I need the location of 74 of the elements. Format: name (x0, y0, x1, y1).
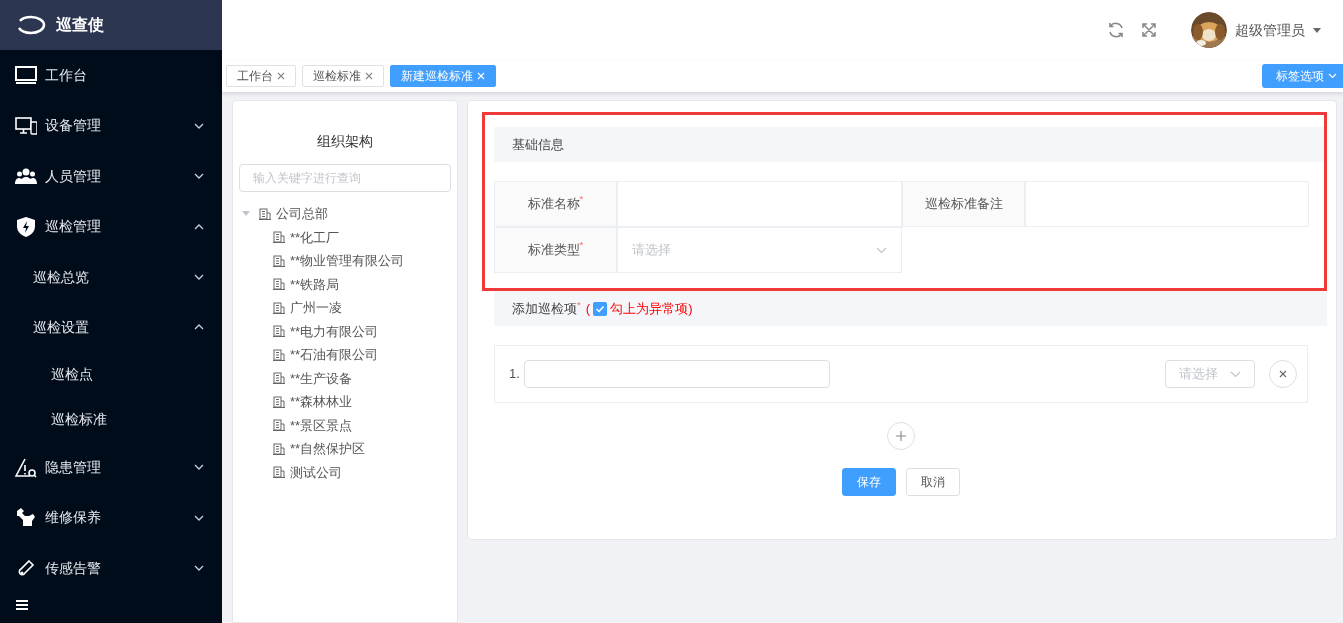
menu-item[interactable]: 工作台 (0, 50, 222, 101)
checkbox[interactable] (593, 301, 608, 316)
menu-item[interactable]: 巡检总览 (0, 252, 222, 302)
fullscreen-icon[interactable] (1141, 22, 1157, 38)
user-name[interactable]: 超级管理员 (1235, 19, 1305, 41)
add-icon[interactable] (887, 422, 915, 450)
shield-icon (15, 216, 37, 238)
menu-item[interactable]: 维修保养 (0, 492, 222, 543)
tree-node[interactable]: **自然保护区 (290, 439, 366, 459)
menu-item[interactable]: 传感告警 (0, 543, 222, 594)
tree-node[interactable]: **电力有限公司 (290, 321, 379, 341)
menu-item[interactable]: 巡检标准 (0, 397, 222, 442)
monitor-icon (15, 64, 37, 86)
input-field[interactable] (523, 360, 830, 388)
building-icon (273, 442, 285, 455)
building-icon (273, 301, 285, 314)
search-field[interactable]: 输入关键字进行查询 (239, 164, 451, 192)
chevron-icon (1328, 73, 1337, 79)
tree-node[interactable]: **生产设备 (290, 368, 353, 388)
building-icon (273, 466, 285, 479)
menu-item[interactable]: 巡检管理 (0, 201, 222, 252)
building-icon (273, 254, 285, 267)
chevron-icon[interactable] (194, 274, 204, 280)
close-icon[interactable] (277, 72, 285, 80)
warning-icon (15, 456, 37, 478)
section-header: 添加巡检项$^{*}$ (512, 298, 581, 318)
chevron-icon[interactable] (194, 565, 204, 572)
field-label: 巡检标准备注 (902, 181, 1025, 227)
devices-icon (15, 115, 37, 137)
menu-icon[interactable] (16, 599, 28, 610)
chevron-icon (1230, 371, 1241, 377)
building-icon (273, 419, 285, 432)
menu-item[interactable]: 设备管理 (0, 100, 222, 151)
building-icon (273, 372, 285, 385)
chevron-icon (876, 247, 887, 253)
chevron-icon[interactable] (194, 223, 204, 230)
close-icon[interactable] (365, 72, 373, 80)
action-button[interactable]: 取消 (906, 468, 960, 496)
tree-node[interactable]: **铁路局 (290, 274, 340, 294)
building-icon (259, 207, 271, 220)
tree-node[interactable]: **景区景点 (290, 415, 353, 435)
menu-item[interactable]: 巡检设置 (0, 302, 222, 352)
section-header: 基础信息 (494, 127, 1324, 162)
building-icon (273, 231, 285, 244)
panel-title: 组织架构 (316, 132, 374, 151)
tab[interactable]: 工作台 (226, 65, 296, 87)
checkbox-label[interactable]: ( 勾上为异常项) (585, 298, 693, 319)
app-title: 巡查使 (56, 15, 104, 35)
chevron-icon[interactable] (194, 122, 204, 129)
chevron-icon[interactable] (194, 514, 204, 521)
menu-item[interactable]: 隐患管理 (0, 442, 222, 493)
building-icon (273, 325, 285, 338)
tree-node[interactable]: 测试公司 (290, 462, 342, 482)
tree-node[interactable]: **化工厂 (290, 227, 340, 247)
building-icon (273, 348, 285, 361)
tree-node[interactable]: **石油有限公司 (290, 345, 379, 365)
logo-icon (16, 15, 46, 35)
building-icon (273, 278, 285, 291)
tree-node[interactable]: 广州一凌 (290, 298, 342, 318)
chevron-icon[interactable] (194, 464, 204, 471)
tab[interactable]: 巡检标准 (302, 65, 384, 87)
refresh-icon[interactable] (1107, 21, 1125, 39)
chevron-icon[interactable] (194, 173, 204, 180)
tree-node[interactable]: **物业管理有限公司 (290, 251, 405, 271)
tree-node[interactable]: 公司总部 (276, 204, 328, 224)
field-label: 标准名称$^{*}$ (494, 181, 617, 227)
item-number: 1. (509, 365, 520, 384)
caret-icon[interactable] (1313, 27, 1321, 33)
menu-item[interactable]: 人员管理 (0, 151, 222, 202)
field-label: 标准类型$^{*}$ (494, 227, 617, 273)
menu-item[interactable]: 巡检点 (0, 352, 222, 397)
chevron-icon[interactable] (194, 324, 204, 330)
tree-node[interactable]: **森林林业 (290, 392, 353, 412)
building-icon (273, 395, 285, 408)
